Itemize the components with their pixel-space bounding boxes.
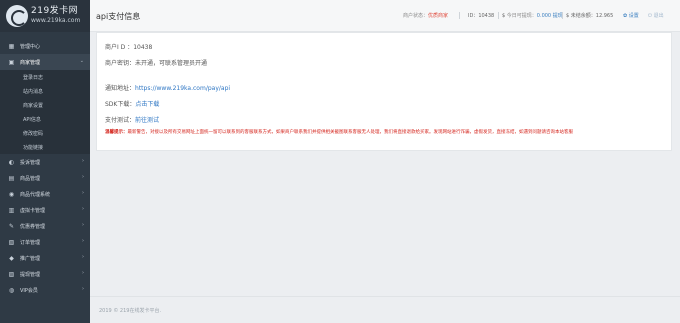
sidebar-nav: ▦ 管理中心 ▣ 商家管理 ⌄ 登录日志 站内消息 商家设置 API信息 修改密码 功能链接 ◐ 投诉管… (0, 38, 90, 298)
sidebar-item-label: VIP会员 (20, 287, 38, 294)
chevron-right-icon: › (82, 190, 84, 196)
chevron-right-icon: › (82, 174, 84, 180)
notify-url-link[interactable]: https://www.219ka.com/pay/api (135, 85, 230, 92)
chevron-right-icon: › (82, 158, 84, 164)
money-icon: $ (566, 13, 570, 19)
chevron-right-icon: › (82, 270, 84, 276)
wallet-icon: $ (502, 13, 506, 19)
sidebar-item-label: 优惠券管理 (20, 223, 46, 230)
store-icon: ▣ (8, 58, 15, 66)
sidebar-subitem[interactable]: API信息 (0, 112, 90, 126)
dashboard-icon: ▦ (8, 42, 15, 50)
sidebar-item-goods[interactable]: ▤ 商品管理 › (0, 170, 90, 186)
topbar: api支付信息 商户状态：优质商家 ID：10438 $ 今日可提现：0.000… (90, 0, 680, 32)
merchant-key-row: 商户密钥：未开通，可联系管理员开通 (105, 60, 208, 67)
sidebar-subitem[interactable]: 功能链接 (0, 140, 90, 154)
sidebar-item-label: 订单管理 (20, 239, 41, 246)
sidebar-item-promo[interactable]: ◆ 推广管理 › (0, 250, 90, 266)
brand-logo[interactable]: 219发卡网 www.219ka.com (0, 0, 90, 32)
chevron-right-icon: › (82, 238, 84, 244)
footer-copyright: 2019 © 219在线发卡平台. (99, 308, 162, 314)
goods-icon: ▤ (8, 174, 15, 182)
chevron-right-icon: › (82, 206, 84, 212)
sidebar-item-label: 商品代理系统 (20, 191, 51, 198)
sdk-download-row: SDK下载：点击下载 (105, 101, 160, 108)
promo-icon: ◆ (9, 254, 14, 262)
vip-icon: ◍ (8, 286, 15, 294)
proxy-icon: ◉ (8, 190, 15, 198)
sidebar-item-label: 投诉管理 (20, 159, 41, 166)
merchant-status: 商户状态：优质商家 (403, 13, 449, 19)
sidebar-item-card[interactable]: ▥ 虚拟卡管理 › (0, 202, 90, 218)
sidebar-item-complaint[interactable]: ◐ 投诉管理 › (0, 154, 90, 170)
brand-subtitle: www.219ka.com (31, 17, 81, 24)
divider (562, 12, 563, 19)
pay-test-row: 支付测试：前往测试 (105, 117, 160, 124)
notify-url-row: 通知地址：https://www.219ka.com/pay/api (105, 85, 231, 92)
sidebar-item-store[interactable]: ▣ 商家管理 ⌄ (0, 54, 90, 70)
sidebar-subitem[interactable]: 登录日志 (0, 70, 90, 84)
chevron-right-icon: › (82, 222, 84, 228)
sidebar-subitem[interactable]: 修改密码 (0, 126, 90, 140)
card-icon: ▥ (8, 206, 15, 214)
sdk-download-link[interactable]: 点击下载 (135, 101, 159, 108)
divider (498, 12, 499, 19)
merchant-id: ID：10438 (468, 13, 495, 19)
chevron-right-icon: › (82, 254, 84, 260)
chevron-right-icon: › (82, 286, 84, 292)
api-info-panel: 商户I D ：10438 商户密钥：未开通，可联系管理员开通 通知地址：http… (96, 32, 672, 151)
sidebar-subitem[interactable]: 站内消息 (0, 84, 90, 98)
withdrawable: $ 今日可提现：0.000 提现 (502, 13, 563, 19)
sidebar-item-label: 商家管理 (20, 59, 41, 66)
withdraw-icon: ▨ (8, 270, 15, 278)
complaint-icon: ◐ (8, 158, 15, 166)
page-title: api支付信息 (96, 12, 141, 21)
chevron-down-icon: ⌄ (79, 58, 84, 64)
gear-icon: ✿ (623, 13, 628, 19)
divider (459, 12, 460, 19)
sidebar-item-dashboard[interactable]: ▦ 管理中心 (0, 38, 90, 54)
brand-title: 219发卡网 (31, 6, 79, 16)
sidebar-item-label: 推广管理 (20, 255, 41, 262)
sidebar-item-label: 虚拟卡管理 (20, 207, 46, 214)
sidebar-subitem[interactable]: 商家设置 (0, 98, 90, 112)
sidebar-item-label: 管理中心 (20, 43, 41, 50)
sidebar-item-coupon[interactable]: ✎ 优惠券管理 › (0, 218, 90, 234)
logout-button[interactable]: ⏻ 退出 (648, 12, 664, 19)
sidebar-item-proxy[interactable]: ◉ 商品代理系统 › (0, 186, 90, 202)
warning-notice: 温馨提示：最新警告，对接以及所有交易网址上面统一留可以联系到的客服联系方式，如果… (105, 130, 573, 135)
sidebar-item-withdraw[interactable]: ▨ 提现管理 › (0, 266, 90, 282)
power-icon: ⏻ (648, 13, 652, 19)
order-icon: ▧ (8, 238, 15, 246)
sidebar-item-label: 提现管理 (20, 271, 41, 278)
sidebar-item-vip[interactable]: ◍ VIP会员 › (0, 282, 90, 298)
coupon-icon: ✎ (8, 222, 15, 230)
footer-divider (90, 296, 680, 297)
logo-icon (6, 5, 28, 27)
unsettled-balance: $ 未结余额：12.965 (566, 13, 614, 19)
pay-test-link[interactable]: 前往测试 (135, 117, 159, 124)
sidebar: 219发卡网 www.219ka.com ▦ 管理中心 ▣ 商家管理 ⌄ 登录日志 站内消息… (0, 0, 90, 323)
sidebar-item-order[interactable]: ▧ 订单管理 › (0, 234, 90, 250)
merchant-id-value: 10438 (133, 44, 153, 51)
settings-button[interactable]: ✿ 设置 (623, 12, 639, 19)
merchant-status-value: 优质商家 (428, 13, 449, 19)
sidebar-item-label: 商品管理 (20, 175, 41, 182)
merchant-id-row: 商户I D ：10438 (105, 44, 153, 51)
